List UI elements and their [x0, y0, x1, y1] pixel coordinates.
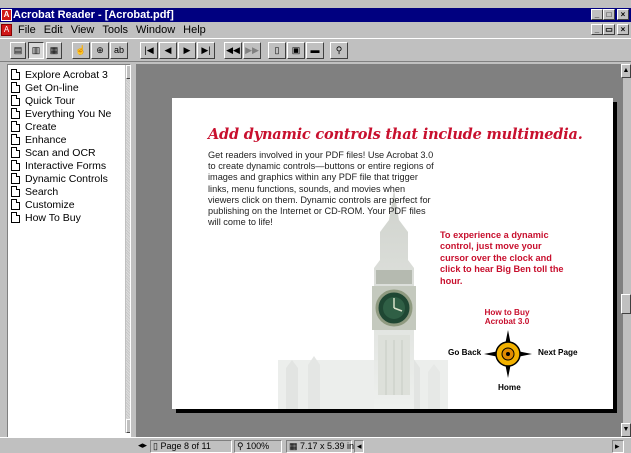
menu-file[interactable]: File [18, 22, 36, 38]
document-icon[interactable]: A [1, 24, 12, 36]
document-view[interactable]: Add dynamic controls that include multim… [136, 64, 623, 437]
page-icon [11, 95, 20, 106]
bookmark-scan-ocr[interactable]: Scan and OCR [11, 147, 96, 160]
go-forward-icon[interactable]: ▶▶ [243, 42, 261, 59]
bookmark-get-online[interactable]: Get On-line [11, 82, 79, 95]
page-icon [11, 199, 20, 210]
minimize-button[interactable]: _ [591, 9, 603, 20]
bookmarks-and-page-icon[interactable]: ▥ [28, 42, 44, 59]
bookmark-dynamic-controls[interactable]: Dynamic Controls [11, 173, 108, 186]
bookmark-customize[interactable]: Customize [11, 199, 75, 212]
doc-close-button[interactable]: × [617, 24, 629, 35]
page-icon [11, 121, 20, 132]
callout-text: To experience a dynamic control, just mo… [440, 224, 564, 287]
doc-scroll-up-icon[interactable]: ▲ [621, 64, 631, 78]
page-icon [11, 108, 20, 119]
last-page-icon[interactable]: ▶| [197, 42, 215, 59]
document-vertical-scrollbar[interactable]: ▲ ▼ [621, 64, 631, 437]
bookmark-enhance[interactable]: Enhance [11, 134, 66, 147]
acrobat-window: A Acrobat Reader - [Acrobat.pdf] _ □ × A… [0, 0, 631, 453]
page-headline: Add dynamic controls that include multim… [208, 126, 583, 143]
page-only-icon[interactable]: ▤ [10, 42, 26, 59]
title-bar: A Acrobat Reader - [Acrobat.pdf] _ □ × [0, 8, 631, 22]
window-title: Acrobat Reader - [Acrobat.pdf] [13, 9, 174, 21]
close-button[interactable]: × [617, 9, 629, 20]
scroll-down-icon[interactable]: ▼ [126, 419, 130, 433]
scroll-up-icon[interactable]: ▲ [126, 65, 130, 79]
go-back-link[interactable]: Go Back [448, 348, 481, 357]
page-indicator[interactable]: ▯ Page 8 of 11 [150, 440, 232, 453]
bookmarks-vertical-scrollbar[interactable]: ▲ ▼ [125, 65, 130, 433]
zoom-tool-icon[interactable]: ⊕ [91, 42, 109, 59]
actual-size-icon[interactable]: ▯ [268, 42, 286, 59]
page-icon [11, 69, 20, 80]
bookmark-search[interactable]: Search [11, 186, 58, 199]
page-icon [11, 134, 20, 145]
acrobat-app-icon[interactable]: A [1, 9, 12, 21]
page-icon [11, 173, 20, 184]
how-to-buy-link[interactable]: How to Buy Acrobat 3.0 [477, 308, 537, 326]
menu-edit[interactable]: Edit [44, 22, 63, 38]
compass-nav-icon[interactable] [484, 330, 532, 378]
page-size-indicator: ▦ 7.17 x 5.39 in [286, 440, 354, 453]
toolbar: ▤ ▥ ▦ ☝ ⊕ ab |◀ ◀ ▶ ▶| ◀◀ ▶▶ ▯ ▣ ▬ ⚲ [0, 38, 631, 62]
bookmark-quick-tour[interactable]: Quick Tour [11, 95, 75, 108]
fit-width-icon[interactable]: ▬ [306, 42, 324, 59]
fit-page-icon[interactable]: ▣ [287, 42, 305, 59]
bookmark-everything[interactable]: Everything You Ne [11, 108, 111, 121]
next-page-icon[interactable]: ▶ [178, 42, 196, 59]
home-link[interactable]: Home [498, 383, 521, 392]
hand-tool-icon[interactable]: ☝ [72, 42, 90, 59]
pdf-page: Add dynamic controls that include multim… [172, 98, 613, 409]
bookmark-interactive-forms[interactable]: Interactive Forms [11, 160, 106, 173]
find-icon[interactable]: ⚲ [330, 42, 348, 59]
magnifier-icon: ⚲ [237, 441, 247, 451]
page-size-icon: ▦ [289, 441, 301, 451]
maximize-button[interactable]: □ [603, 9, 615, 20]
doc-scroll-thumb[interactable] [621, 294, 631, 314]
menu-help[interactable]: Help [183, 22, 206, 38]
doc-minimize-button[interactable]: _ [591, 24, 603, 35]
doc-scroll-down-icon[interactable]: ▼ [621, 423, 631, 437]
go-back-icon[interactable]: ◀◀ [224, 42, 242, 59]
menu-view[interactable]: View [71, 22, 95, 38]
zoom-indicator[interactable]: ⚲ 100% [234, 440, 282, 453]
page-body-text: Get readers involved in your PDF files! … [208, 150, 434, 228]
bookmark-explore[interactable]: Explore Acrobat 3 [11, 69, 108, 82]
page-icon [11, 212, 20, 223]
status-scroll-left-icon[interactable]: ◂ [354, 440, 364, 453]
page-icon [11, 147, 20, 158]
thumbnails-and-page-icon[interactable]: ▦ [46, 42, 62, 59]
bookmarks-pane: Explore Acrobat 3 Get On-line Quick Tour… [7, 64, 131, 441]
bookmark-create[interactable]: Create [11, 121, 57, 134]
doc-restore-button[interactable]: ▭ [603, 24, 615, 35]
next-page-link[interactable]: Next Page [538, 348, 578, 357]
page-icon [11, 82, 20, 93]
previous-page-icon[interactable]: ◀ [159, 42, 177, 59]
menu-tools[interactable]: Tools [102, 22, 128, 38]
page-icon [11, 160, 20, 171]
menu-bar: A File Edit View Tools Window Help _ ▭ × [0, 22, 631, 38]
page-icon [11, 186, 20, 197]
status-scroll-right-icon[interactable]: ▸ [612, 440, 624, 453]
first-page-icon[interactable]: |◀ [140, 42, 158, 59]
split-handle-icon[interactable]: ◂▸ [136, 440, 149, 453]
menu-window[interactable]: Window [136, 22, 175, 38]
status-bar: ◂▸ ▯ Page 8 of 11 ⚲ 100% ▦ 7.17 x 5.39 i… [0, 437, 631, 453]
select-text-icon[interactable]: ab [110, 42, 128, 59]
bookmark-how-to-buy[interactable]: How To Buy [11, 212, 81, 225]
